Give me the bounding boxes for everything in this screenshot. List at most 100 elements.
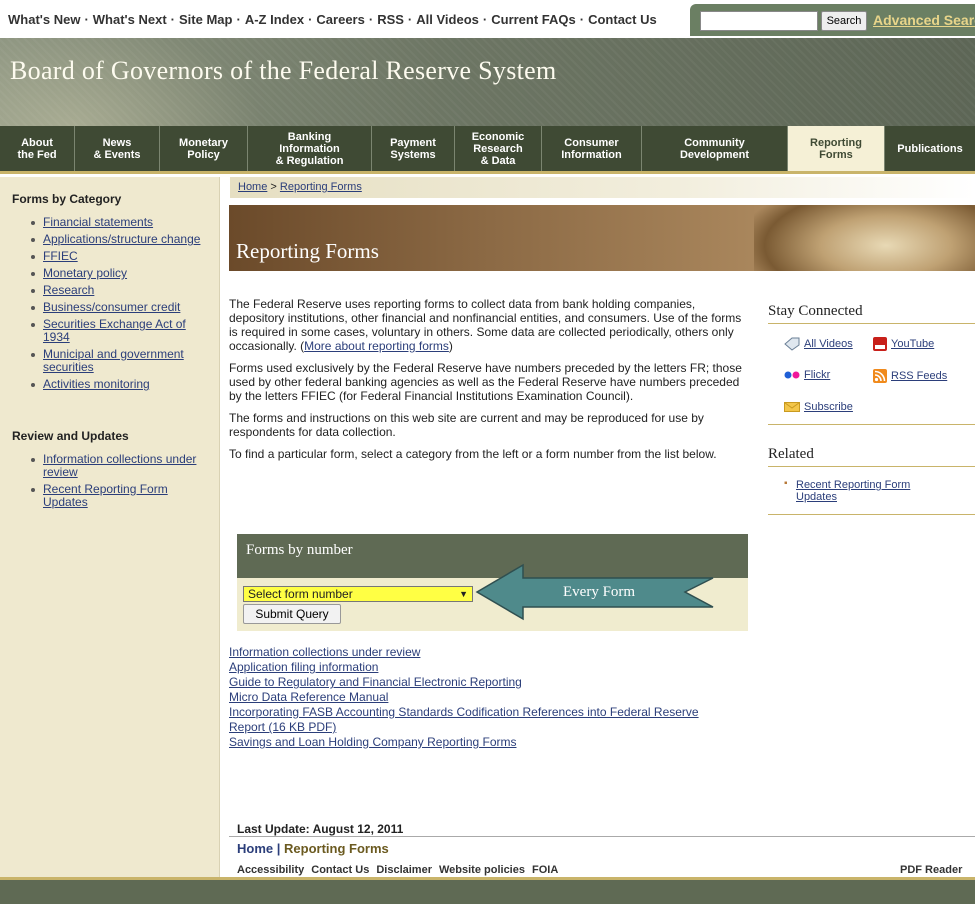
search-button[interactable]: Search	[821, 11, 867, 31]
util-link-careers[interactable]: Careers	[316, 12, 364, 27]
util-link-whats-new[interactable]: What's New	[8, 12, 80, 27]
pdf-reader-link[interactable]: PDF Reader	[900, 864, 962, 876]
category-link-business-consumer-credit[interactable]: Business/consumer credit	[43, 300, 180, 314]
footer-breadcrumb: Home | Reporting Forms	[237, 841, 389, 856]
envelope-icon	[784, 402, 800, 413]
link-fasb-codification[interactable]: Incorporating FASB Accounting Standards …	[229, 705, 729, 735]
social-subscribe[interactable]: Subscribe	[784, 401, 853, 413]
youtube-icon	[873, 337, 887, 351]
divider	[229, 836, 975, 837]
footer-link-contact-us[interactable]: Contact Us	[311, 864, 369, 876]
subscribe-link[interactable]: Subscribe	[804, 401, 853, 413]
rss-feeds-link[interactable]: RSS Feeds	[891, 370, 947, 382]
footer-home-link[interactable]: Home	[237, 841, 273, 856]
intro-paragraph: The forms and instructions on this web s…	[229, 411, 704, 439]
util-link-current-faqs[interactable]: Current FAQs	[491, 12, 576, 27]
intro-text-part: )	[448, 339, 453, 353]
social-rss[interactable]: RSS Feeds	[873, 369, 947, 383]
submit-query-button[interactable]: Submit Query	[243, 604, 341, 624]
link-guide-electronic-reporting[interactable]: Guide to Regulatory and Financial Electr…	[229, 675, 729, 690]
intro-text: The Federal Reserve uses reporting forms…	[229, 297, 747, 469]
related-heading: Related	[768, 446, 975, 467]
flickr-icon	[784, 371, 800, 379]
link-micro-data-reference[interactable]: Micro Data Reference Manual	[229, 690, 729, 705]
form-number-select[interactable]: Select form number ▼	[243, 586, 473, 602]
list-item: Research	[30, 284, 210, 297]
category-link-activities-monitoring[interactable]: Activities monitoring	[43, 377, 150, 391]
nav-publications[interactable]: Publications	[885, 126, 975, 171]
list-item: Monetary policy	[30, 267, 210, 280]
stay-connected-heading: Stay Connected	[768, 303, 975, 324]
footer-link-accessibility[interactable]: Accessibility	[237, 864, 304, 876]
site-title[interactable]: Board of Governors of the Federal Reserv…	[10, 56, 557, 86]
category-link-financial-statements[interactable]: Financial statements	[43, 215, 153, 229]
breadcrumb-current[interactable]: Reporting Forms	[280, 181, 362, 193]
list-item: Financial statements	[30, 216, 210, 229]
breadcrumb-separator: >	[270, 181, 277, 193]
footer-current-link[interactable]: Reporting Forms	[284, 841, 389, 856]
util-sep: ·	[236, 12, 241, 27]
review-list: Information collections under review Rec…	[30, 453, 210, 513]
dropdown-arrow-icon: ▼	[459, 589, 468, 599]
review-updates-heading: Review and Updates	[12, 429, 129, 443]
bottom-strip	[0, 877, 975, 904]
breadcrumb: Home > Reporting Forms	[230, 177, 975, 198]
review-link-recent-updates[interactable]: Recent Reporting Form Updates	[43, 482, 168, 509]
footer-link-disclaimer[interactable]: Disclaimer	[376, 864, 432, 876]
list-item: Recent Reporting Form Updates	[30, 483, 210, 509]
category-link-applications[interactable]: Applications/structure change	[43, 232, 200, 246]
footer-link-foia[interactable]: FOIA	[532, 864, 558, 876]
divider	[768, 514, 975, 515]
masthead: Board of Governors of the Federal Reserv…	[0, 38, 975, 126]
review-link-information-collections[interactable]: Information collections under review	[43, 452, 196, 479]
related-link-recent-updates[interactable]: Recent Reporting Form Updates	[796, 479, 910, 503]
category-link-ffiec[interactable]: FFIEC	[43, 249, 78, 263]
nav-news-events[interactable]: News & Events	[75, 126, 160, 171]
list-item: Applications/structure change	[30, 233, 210, 246]
link-information-collections[interactable]: Information collections under review	[229, 645, 729, 660]
nav-reporting-forms[interactable]: Reporting Forms	[788, 126, 885, 171]
list-item: Information collections under review	[30, 453, 210, 479]
util-link-a-z-index[interactable]: A-Z Index	[245, 12, 304, 27]
more-about-forms-link[interactable]: More about reporting forms	[304, 339, 449, 353]
annotation-label: Every Form	[563, 584, 636, 600]
util-sep: ·	[407, 12, 413, 27]
utility-nav: What's New · What's Next · Site Map · A-Z Inde…	[8, 12, 657, 27]
main-nav: About the Fed News & Events Monetary Pol…	[0, 126, 975, 174]
video-tag-icon	[784, 337, 800, 351]
category-link-monetary-policy[interactable]: Monetary policy	[43, 266, 127, 280]
last-update: Last Update: August 12, 2011	[237, 822, 404, 836]
nav-monetary-policy[interactable]: Monetary Policy	[160, 126, 248, 171]
category-link-research[interactable]: Research	[43, 283, 94, 297]
search-area: Search Advanced Search	[690, 4, 975, 36]
social-flickr[interactable]: Flickr	[784, 369, 830, 381]
category-link-municipal-securities[interactable]: Municipal and government securities	[43, 347, 184, 374]
nav-economic-research[interactable]: Economic Research & Data	[455, 126, 542, 171]
nav-payment-systems[interactable]: Payment Systems	[372, 126, 455, 171]
youtube-link[interactable]: YouTube	[891, 338, 934, 350]
list-item: Municipal and government securities	[30, 348, 210, 374]
nav-consumer-information[interactable]: Consumer Information	[542, 126, 642, 171]
util-link-whats-next[interactable]: What's Next	[93, 12, 167, 27]
util-link-contact-us[interactable]: Contact Us	[588, 12, 657, 27]
util-link-all-videos[interactable]: All Videos	[416, 12, 479, 27]
util-link-rss[interactable]: RSS	[377, 12, 404, 27]
footer-link-website-policies[interactable]: Website policies	[439, 864, 525, 876]
nav-banking-information[interactable]: Banking Information & Regulation	[248, 126, 372, 171]
util-link-site-map[interactable]: Site Map	[179, 12, 232, 27]
all-videos-link[interactable]: All Videos	[804, 338, 853, 350]
search-input[interactable]	[700, 11, 818, 31]
related-links-list: Information collections under review App…	[229, 645, 729, 750]
flickr-link[interactable]: Flickr	[804, 369, 830, 381]
intro-paragraph: Forms used exclusively by the Federal Re…	[229, 361, 742, 403]
advanced-search-link[interactable]: Advanced Search	[873, 12, 975, 28]
nav-community-development[interactable]: Community Development	[642, 126, 788, 171]
social-youtube[interactable]: YouTube	[873, 337, 934, 351]
social-all-videos[interactable]: All Videos	[784, 337, 853, 351]
category-link-securities-exchange-act[interactable]: Securities Exchange Act of 1934	[43, 317, 186, 344]
link-savings-loan-forms[interactable]: Savings and Loan Holding Company Reporti…	[229, 735, 729, 750]
breadcrumb-home[interactable]: Home	[238, 181, 267, 193]
link-application-filing[interactable]: Application filing information	[229, 660, 729, 675]
nav-about-the-fed[interactable]: About the Fed	[0, 126, 75, 171]
util-sep: ·	[368, 12, 374, 27]
